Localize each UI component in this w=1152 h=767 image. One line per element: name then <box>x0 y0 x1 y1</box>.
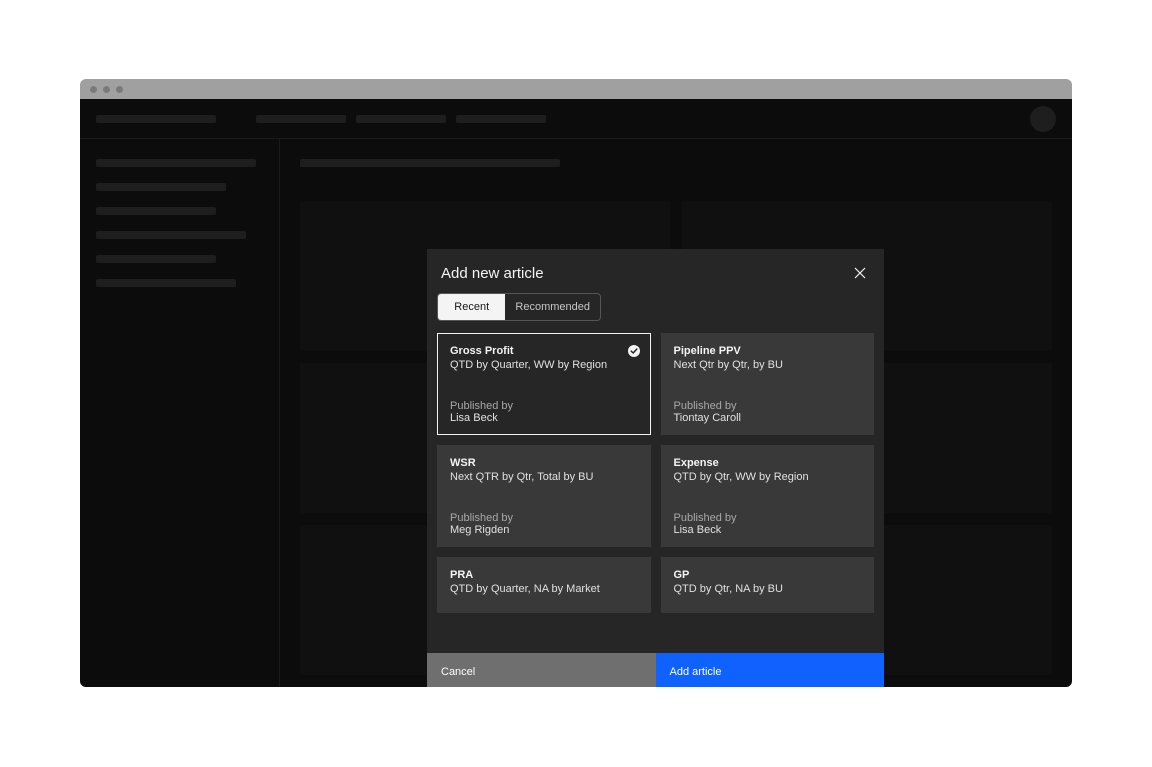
article-subtitle: Next QTR by Qtr, Total by BU <box>450 471 638 483</box>
header-tabs <box>256 115 546 123</box>
sidebar-item-placeholder <box>96 207 216 215</box>
sidebar-item-placeholder <box>96 183 226 191</box>
modal-footer: Cancel Add article <box>427 653 884 687</box>
sidebar <box>80 139 280 687</box>
author-name: Tiontay Caroll <box>674 412 862 424</box>
add-article-button[interactable]: Add article <box>656 653 885 687</box>
page-title-placeholder <box>300 159 560 167</box>
article-title: GP <box>674 568 862 582</box>
window-dot-max[interactable] <box>116 86 123 93</box>
article-title: Expense <box>674 456 862 470</box>
article-title: WSR <box>450 456 638 470</box>
published-by-label: Published by <box>450 400 638 412</box>
author-name: Lisa Beck <box>450 412 638 424</box>
browser-frame: Add new article Recent Recommended Gross… <box>80 79 1072 687</box>
article-card[interactable]: Gross ProfitQTD by Quarter, WW by Region… <box>437 333 651 435</box>
article-subtitle: QTD by Quarter, NA by Market <box>450 583 638 595</box>
cancel-button[interactable]: Cancel <box>427 653 656 687</box>
article-card[interactable]: Pipeline PPVNext Qtr by Qtr, by BU Publis… <box>661 333 875 435</box>
article-card[interactable]: WSRNext QTR by Qtr, Total by BU Published… <box>437 445 651 547</box>
article-card[interactable]: GPQTD by Qtr, NA by BUPublished by <box>661 557 875 613</box>
sidebar-item-placeholder <box>96 159 256 167</box>
window-dot-min[interactable] <box>103 86 110 93</box>
modal-title: Add new article <box>441 265 544 282</box>
article-subtitle: QTD by Qtr, NA by BU <box>674 583 862 595</box>
checkmark-icon <box>628 344 640 356</box>
author-name: Meg Rigden <box>450 524 638 536</box>
tab-group: Recent Recommended <box>437 293 601 321</box>
header-tab-placeholder <box>356 115 446 123</box>
article-subtitle: QTD by Qtr, WW by Region <box>674 471 862 483</box>
article-subtitle: QTD by Quarter, WW by Region <box>450 359 638 371</box>
article-title: Pipeline PPV <box>674 344 862 358</box>
browser-titlebar <box>80 79 1072 99</box>
published-by-label: Published by <box>674 400 862 412</box>
sidebar-item-placeholder <box>96 255 216 263</box>
published-by-label: Published by <box>450 512 638 524</box>
close-icon[interactable] <box>850 263 870 283</box>
sidebar-item-placeholder <box>96 279 236 287</box>
article-card[interactable]: PRAQTD by Quarter, NA by MarketPublished… <box>437 557 651 613</box>
avatar[interactable] <box>1030 106 1056 132</box>
author-name: Lisa Beck <box>674 524 862 536</box>
article-title: Gross Profit <box>450 344 638 358</box>
window-dot-close[interactable] <box>90 86 97 93</box>
app-logo-placeholder <box>96 115 216 123</box>
tab-recent[interactable]: Recent <box>438 294 505 320</box>
article-grid: Gross ProfitQTD by Quarter, WW by Region… <box>427 333 884 653</box>
article-title: PRA <box>450 568 638 582</box>
published-by-label: Published by <box>674 512 862 524</box>
sidebar-item-placeholder <box>96 231 246 239</box>
tab-recommended[interactable]: Recommended <box>505 294 600 320</box>
modal-header: Add new article <box>427 249 884 293</box>
article-card[interactable]: ExpenseQTD by Qtr, WW by Region Published… <box>661 445 875 547</box>
header-tab-placeholder <box>456 115 546 123</box>
article-subtitle: Next Qtr by Qtr, by BU <box>674 359 862 371</box>
app-header <box>80 99 1072 139</box>
header-tab-placeholder <box>256 115 346 123</box>
add-article-modal: Add new article Recent Recommended Gross… <box>427 249 884 687</box>
